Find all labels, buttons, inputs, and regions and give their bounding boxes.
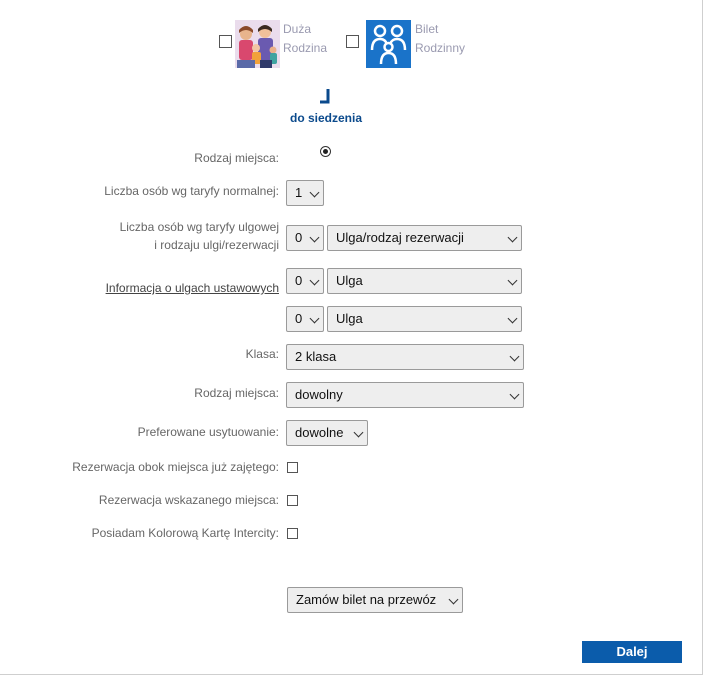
next-to-taken-label: Rezerwacja obok miejsca już zajętego: bbox=[72, 460, 279, 474]
chevron-down-icon bbox=[507, 313, 518, 324]
discount-select-1[interactable]: Ulga/rodzaj rezerwacji bbox=[327, 225, 522, 251]
reduced-label-line2: i rodzaju ulgi/rezerwacji bbox=[154, 238, 279, 252]
normal-count-select[interactable]: 1 bbox=[286, 180, 324, 206]
color-card-label: Posiadam Kolorową Kartę Intercity: bbox=[91, 526, 279, 540]
chevron-down-icon bbox=[353, 427, 364, 438]
large-family-label-line2: Rodzina bbox=[283, 41, 328, 55]
family-ticket-label-line1: Bilet bbox=[415, 22, 439, 36]
large-family-logo bbox=[235, 20, 280, 68]
family-ticket-logo bbox=[366, 20, 411, 68]
family-ticket-checkbox[interactable] bbox=[346, 35, 359, 48]
place-type-value: dowolny bbox=[295, 387, 343, 402]
chevron-down-icon bbox=[507, 232, 518, 243]
position-select[interactable]: dowolne bbox=[286, 420, 368, 446]
chevron-down-icon bbox=[448, 594, 459, 605]
discount-info-link[interactable]: Informacja o ulgach ustawowych bbox=[106, 279, 279, 297]
transport-value: Zamów bilet na przewóz bbox=[296, 592, 437, 607]
large-family-label-line1: Duża bbox=[283, 22, 312, 36]
reduced-label-line1: Liczba osób wg taryfy ulgowej bbox=[119, 220, 279, 234]
class-label: Klasa: bbox=[245, 347, 279, 361]
reduced-count-select-2[interactable]: 0 bbox=[286, 268, 324, 294]
position-label: Preferowane usytuowanie: bbox=[137, 425, 279, 439]
indicated-seat-checkbox[interactable] bbox=[287, 495, 298, 506]
chevron-down-icon bbox=[509, 389, 520, 400]
next-to-taken-checkbox[interactable] bbox=[287, 462, 298, 473]
discount-select-3[interactable]: Ulga bbox=[327, 306, 522, 332]
large-family-checkbox[interactable] bbox=[219, 35, 232, 48]
place-type-select[interactable]: dowolny bbox=[286, 382, 524, 408]
reduced-count-select-3[interactable]: 0 bbox=[286, 306, 324, 332]
transport-select[interactable]: Zamów bilet na przewóz bbox=[287, 587, 463, 613]
reduced-count-select-1[interactable]: 0 bbox=[286, 225, 324, 251]
chevron-down-icon bbox=[309, 187, 320, 198]
reduced-count-value-1: 0 bbox=[295, 230, 303, 245]
discount-value-2: Ulga bbox=[336, 273, 363, 288]
position-value: dowolne bbox=[295, 425, 344, 440]
class-value: 2 klasa bbox=[295, 349, 337, 364]
large-family-label: Duża Rodzina bbox=[283, 20, 327, 58]
discount-value-1: Ulga/rodzaj rezerwacji bbox=[336, 230, 464, 245]
seat-caption: do siedzenia bbox=[290, 111, 363, 125]
chevron-down-icon bbox=[507, 275, 518, 286]
chevron-down-icon bbox=[509, 351, 520, 362]
color-card-checkbox[interactable] bbox=[287, 528, 298, 539]
family-ticket-label-line2: Rodzinny bbox=[415, 41, 466, 55]
seat-type-label: Rodzaj miejsca: bbox=[194, 151, 279, 165]
reduced-count-value-3: 0 bbox=[295, 311, 303, 326]
seat-type-radio[interactable] bbox=[320, 146, 331, 157]
normal-count-value: 1 bbox=[295, 185, 303, 200]
discount-value-3: Ulga bbox=[336, 311, 363, 326]
reduced-count-value-2: 0 bbox=[295, 273, 303, 288]
discount-select-2[interactable]: Ulga bbox=[327, 268, 522, 294]
chevron-down-icon bbox=[309, 232, 320, 243]
form-frame bbox=[0, 0, 703, 675]
normal-count-label: Liczba osób wg taryfy normalnej: bbox=[104, 184, 279, 198]
chevron-down-icon bbox=[309, 313, 320, 324]
class-select[interactable]: 2 klasa bbox=[286, 344, 524, 370]
place-type-label: Rodzaj miejsca: bbox=[194, 386, 279, 400]
chevron-down-icon bbox=[309, 275, 320, 286]
indicated-seat-label: Rezerwacja wskazanego miejsca: bbox=[98, 493, 279, 507]
seat-icon bbox=[318, 88, 332, 104]
family-ticket-label: Bilet Rodzinny bbox=[415, 20, 465, 58]
next-button[interactable]: Dalej bbox=[582, 641, 682, 663]
